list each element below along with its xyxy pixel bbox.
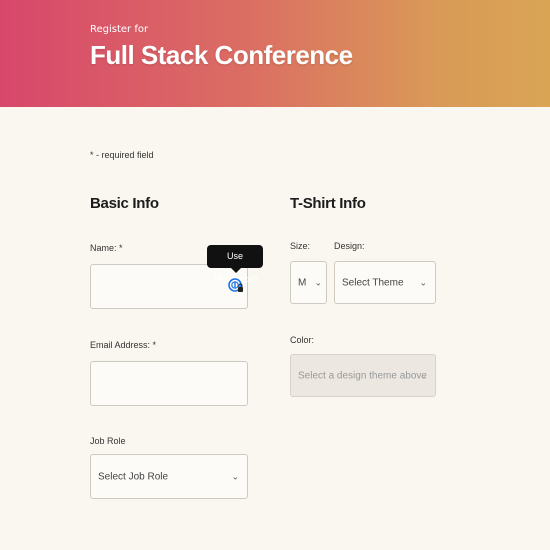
chevron-down-icon: ⌄: [314, 277, 322, 287]
page-header: Register for Full Stack Conference: [0, 0, 550, 107]
color-label: Color:: [290, 335, 315, 345]
design-selected: Select Theme: [342, 277, 404, 288]
size-label: Size:: [290, 241, 311, 251]
email-field[interactable]: [90, 361, 248, 406]
color-select[interactable]: Select a design theme above ⌄: [290, 354, 436, 397]
password-manager-tooltip: Use 1Password: [207, 245, 263, 284]
chevron-down-icon: ⌄: [419, 370, 427, 380]
job-role-select[interactable]: Select Job Role ⌄: [90, 454, 248, 499]
size-selected: M: [298, 277, 307, 288]
job-role-label: Job Role: [90, 436, 126, 446]
1password-icon[interactable]: [228, 277, 244, 293]
size-select[interactable]: M ⌄: [290, 261, 327, 304]
page-title: Full Stack Conference: [90, 40, 353, 70]
job-role-selected: Select Job Role: [98, 471, 169, 482]
header-subtitle: Register for: [90, 24, 149, 35]
design-select[interactable]: Select Theme ⌄: [334, 261, 436, 304]
chevron-down-icon: ⌄: [231, 471, 239, 481]
basic-info-heading: Basic Info: [90, 195, 159, 212]
required-field-note: * - required field: [90, 150, 154, 160]
tshirt-info-heading: T-Shirt Info: [290, 195, 366, 212]
chevron-down-icon: ⌄: [419, 277, 427, 287]
design-label: Design:: [334, 241, 365, 251]
email-label: Email Address: *: [90, 340, 157, 350]
name-label: Name: *: [90, 243, 123, 253]
color-selected: Select a design theme above: [298, 370, 427, 381]
